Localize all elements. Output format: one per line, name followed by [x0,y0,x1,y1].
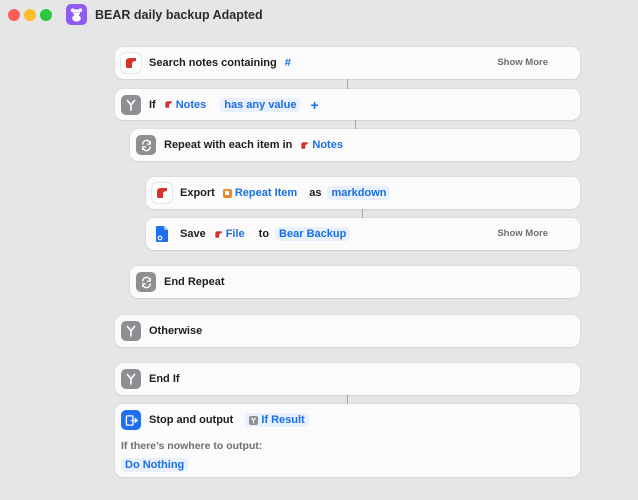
fallback-option-token[interactable]: Do Nothing [121,458,189,472]
action-label: Otherwise [149,325,203,337]
branch-icon [121,94,141,115]
destination-token[interactable]: Bear Backup [275,227,351,241]
token-label: Repeat Item [234,187,298,199]
fallback-label: If there’s nowhere to output: [121,440,263,452]
token-label: File [225,228,245,240]
show-more-button[interactable]: Show More [497,218,548,250]
token-label: Notes [175,98,207,111]
action-label: Search notes containing [149,57,277,69]
bear-app-icon [121,53,141,73]
repeat-icon [136,135,156,155]
if-action[interactable]: If Notes has any value + [115,89,580,120]
to-label: to [258,228,270,240]
show-more-button[interactable]: Show More [497,47,548,79]
action-label: Stop and output [149,414,234,426]
connector-line [362,209,363,218]
document-icon [152,224,172,244]
bear-app-icon [213,229,223,239]
stop-output-icon [121,410,141,430]
token-label: Notes [312,139,343,151]
repeat-item-token[interactable]: Repeat Item [221,186,299,200]
connector-line [355,120,356,129]
minimize-window-button[interactable] [24,9,36,21]
format-token[interactable]: markdown [327,186,391,200]
stop-and-output-action[interactable]: Stop and output If Result If there’s now… [115,404,580,477]
branch-icon [121,321,141,341]
repeat-action[interactable]: Repeat with each item in Notes [130,129,580,161]
as-label: as [309,187,322,199]
zoom-window-button[interactable] [40,9,52,21]
connector-line [347,79,348,89]
token-label: If Result [261,414,305,426]
action-label: Save [180,228,206,240]
add-condition-button[interactable]: + [306,97,322,113]
save-file-action[interactable]: Save File to Bear Backup Show More [146,218,580,250]
action-label: Repeat with each item in [164,139,293,151]
notes-variable-token[interactable]: Notes [298,138,345,152]
bear-app-icon [163,100,173,109]
end-if-action[interactable]: End If [115,363,580,395]
repeat-icon [136,272,156,292]
bear-app-icon [152,183,172,203]
connector-line [347,395,348,404]
if-result-token[interactable]: If Result [245,413,309,427]
branch-icon [121,369,141,389]
search-notes-action[interactable]: Search notes containing # Show More [115,47,580,79]
end-repeat-action[interactable]: End Repeat [130,266,580,298]
file-variable-token[interactable]: File [212,227,247,241]
close-window-button[interactable] [8,9,20,21]
condition-token[interactable]: has any value [220,97,301,112]
otherwise-action[interactable]: Otherwise [115,315,580,347]
teddy-bear-icon [66,4,87,25]
search-query-token[interactable]: # [283,56,293,70]
export-action[interactable]: Export Repeat Item as markdown [146,177,580,209]
repeat-item-icon [222,188,232,198]
action-label: End Repeat [164,276,225,288]
action-label: Export [180,187,215,199]
title-bar: BEAR daily backup Adapted [0,0,638,32]
action-label: End If [149,373,180,385]
branch-icon [249,415,259,425]
action-label: If [149,98,156,111]
window-title: BEAR daily backup Adapted [95,8,263,22]
bear-app-icon [300,140,310,150]
notes-variable-token[interactable]: Notes [162,98,209,112]
